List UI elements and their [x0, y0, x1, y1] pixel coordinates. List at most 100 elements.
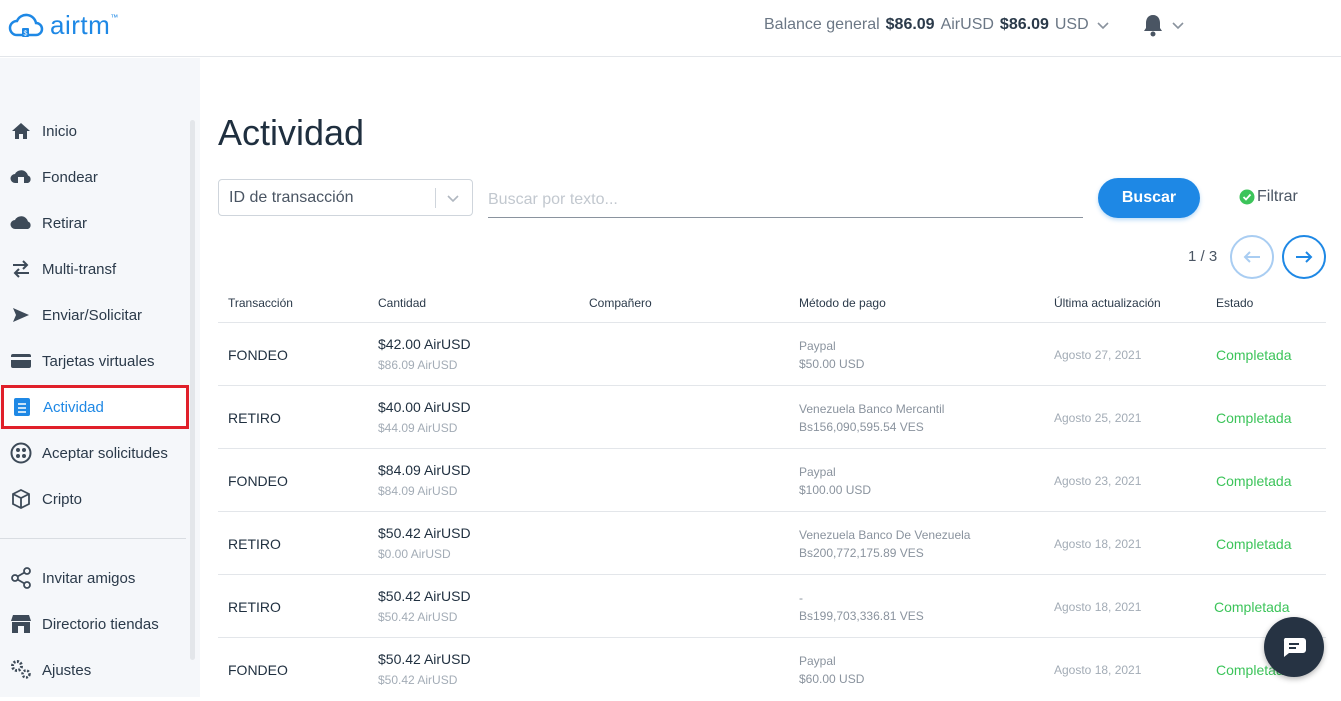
sidebar-item-fondear[interactable]: Fondear [0, 157, 190, 197]
column-header-estado: Estado [1216, 296, 1254, 310]
bell-icon[interactable] [1142, 13, 1164, 37]
payment-method: Paypal [799, 654, 836, 668]
sidebar-item-label: Actividad [43, 398, 104, 416]
transaction-type: RETIRO [228, 599, 281, 615]
balance-after: $86.09 AirUSD [378, 358, 458, 372]
next-page-button[interactable] [1282, 235, 1326, 279]
payment-method: Venezuela Banco De Venezuela [799, 528, 971, 542]
column-header-transaccion: Transacción [228, 296, 293, 310]
page-title: Actividad [218, 112, 365, 153]
search-type-value: ID de transacción [229, 188, 354, 206]
payment-method-amount: Bs199,703,336.81 VES [799, 609, 924, 623]
balance-after: $0.00 AirUSD [378, 547, 451, 561]
transfer-icon [10, 258, 32, 280]
top-header: $ airtm ™ Balance general $86.09 AirUSD … [0, 0, 1341, 57]
chevron-down-icon[interactable] [1095, 17, 1111, 33]
sidebar-item-actividad[interactable]: Actividad [1, 385, 189, 429]
transaction-amount: $84.09 AirUSD [378, 462, 471, 478]
previous-page-button[interactable] [1230, 235, 1274, 279]
airtm-logo[interactable]: $ airtm ™ [8, 10, 124, 41]
balance-after: $50.42 AirUSD [378, 673, 458, 687]
sidebar-item-retirar[interactable]: Retirar [0, 203, 190, 243]
last-updated-date: Agosto 25, 2021 [1054, 411, 1142, 425]
sidebar-item-aceptar-solicitudes[interactable]: Aceptar solicitudes [0, 433, 190, 473]
balance-after: $44.09 AirUSD [378, 421, 458, 435]
transaction-type: RETIRO [228, 410, 281, 426]
sidebar-item-label: Enviar/Solicitar [42, 306, 143, 324]
svg-text:$: $ [24, 30, 28, 37]
store-icon [10, 613, 32, 635]
status-badge: Completada [1216, 473, 1292, 489]
balance-summary[interactable]: Balance general $86.09 AirUSD $86.09 USD [764, 16, 1111, 34]
table-header: Transacción Cantidad Compañero Método de… [218, 284, 1326, 323]
status-badge: Completada [1214, 599, 1290, 615]
cloud-upload-icon [10, 166, 32, 188]
arrow-left-icon [1243, 251, 1260, 263]
usd-balance-amount: $86.09 [999, 16, 1049, 33]
sidebar-item-label: Invitar amigos [42, 569, 136, 587]
payment-method-amount: $50.00 USD [799, 357, 865, 371]
transaction-type: RETIRO [228, 536, 281, 552]
chat-button[interactable] [1264, 617, 1324, 677]
transaction-amount: $50.42 AirUSD [378, 651, 471, 667]
cube-icon [10, 488, 32, 510]
table-row[interactable]: RETIRO $50.42 AirUSD $0.00 AirUSD Venezu… [218, 512, 1326, 575]
sidebar: Inicio Fondear Retirar Multi-transf Envi… [0, 58, 200, 697]
list-icon [11, 396, 33, 418]
transaction-amount: $40.00 AirUSD [378, 399, 471, 415]
chevron-down-icon[interactable] [1170, 17, 1186, 33]
status-badge: Completada [1216, 410, 1292, 426]
share-icon [10, 567, 32, 589]
last-updated-date: Agosto 23, 2021 [1054, 474, 1142, 488]
column-header-companero: Compañero [589, 296, 652, 310]
last-updated-date: Agosto 27, 2021 [1054, 348, 1142, 362]
sidebar-item-label: Directorio tiendas [42, 615, 159, 633]
sidebar-scrollbar[interactable] [190, 120, 195, 660]
pagination-indicator: 1 / 3 [1188, 248, 1218, 265]
sidebar-item-label: Inicio [42, 122, 78, 140]
sidebar-item-enviar-solicitar[interactable]: Enviar/Solicitar [0, 295, 190, 335]
last-updated-date: Agosto 18, 2021 [1054, 663, 1142, 677]
column-header-cantidad: Cantidad [378, 296, 427, 310]
sidebar-item-directorio-tiendas[interactable]: Directorio tiendas [0, 604, 190, 644]
card-icon [10, 350, 32, 372]
sidebar-item-inicio[interactable]: Inicio [0, 111, 190, 151]
search-input[interactable] [488, 182, 1083, 218]
search-button[interactable]: Buscar [1098, 178, 1200, 218]
send-icon [10, 304, 32, 326]
payment-method-amount: Bs156,090,595.54 VES [799, 420, 924, 434]
check-circle-icon [1239, 189, 1255, 205]
search-type-select[interactable]: ID de transacción [218, 179, 473, 216]
transaction-type: FONDEO [228, 662, 288, 678]
table-row[interactable]: RETIRO $40.00 AirUSD $44.09 AirUSD Venez… [218, 386, 1326, 449]
table-row[interactable]: FONDEO $50.42 AirUSD $50.42 AirUSD Paypa… [218, 638, 1326, 701]
filter-button[interactable]: Filtrar [1239, 188, 1298, 206]
chevron-down-icon[interactable] [445, 190, 461, 206]
notifications-menu[interactable] [1142, 13, 1186, 37]
chat-icon [1283, 638, 1306, 657]
sidebar-item-invitar-amigos[interactable]: Invitar amigos [0, 558, 190, 598]
table-row[interactable]: FONDEO $84.09 AirUSD $84.09 AirUSD Paypa… [218, 449, 1326, 512]
transaction-amount: $42.00 AirUSD [378, 336, 471, 352]
filter-label: Filtrar [1257, 188, 1298, 205]
sidebar-item-ajustes[interactable]: Ajustes [0, 650, 190, 690]
sidebar-item-tarjetas-virtuales[interactable]: Tarjetas virtuales [0, 341, 190, 381]
airusd-currency: AirUSD [940, 16, 994, 33]
sidebar-item-label: Retirar [42, 214, 88, 232]
table-row[interactable]: RETIRO $50.42 AirUSD $50.42 AirUSD - Bs1… [218, 575, 1326, 638]
logo-text: airtm [50, 10, 111, 40]
column-header-metodo-pago: Método de pago [799, 296, 886, 310]
payment-method-amount: $100.00 USD [799, 483, 872, 497]
payment-method: Paypal [799, 339, 836, 353]
table-row[interactable]: FONDEO $42.00 AirUSD $86.09 AirUSD Paypa… [218, 323, 1326, 386]
sidebar-item-multi-transf[interactable]: Multi-transf [0, 249, 190, 289]
home-icon [10, 120, 32, 142]
transaction-type: FONDEO [228, 473, 288, 489]
sidebar-item-label: Aceptar solicitudes [42, 444, 168, 462]
balance-after: $50.42 AirUSD [378, 610, 458, 624]
cloud-logo-icon: $ [8, 13, 44, 37]
cloud-download-icon [10, 212, 32, 234]
last-updated-date: Agosto 18, 2021 [1054, 537, 1142, 551]
airusd-balance-amount: $86.09 [885, 16, 935, 33]
sidebar-item-cripto[interactable]: Cripto [0, 479, 190, 519]
